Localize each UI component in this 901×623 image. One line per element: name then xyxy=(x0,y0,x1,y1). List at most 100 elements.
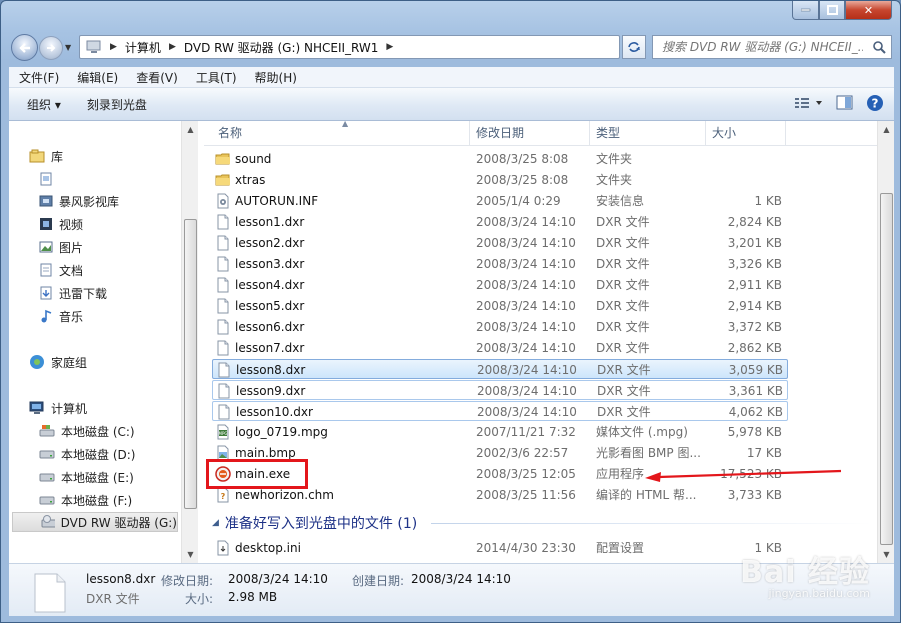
command-bar: 组织 ▾ 刻录到光盘 ? xyxy=(9,88,894,121)
maximize-button[interactable] xyxy=(819,1,845,20)
refresh-button[interactable] xyxy=(622,35,646,59)
highlight-box xyxy=(206,459,308,489)
file-name-cell[interactable]: lesson10.dxr xyxy=(213,402,471,422)
scroll-thumb[interactable] xyxy=(880,193,893,545)
table-row[interactable]: AUTORUN.INF 2005/1/4 0:29 安装信息 1 KB xyxy=(212,191,788,211)
navigation-scrollbar[interactable]: ▲ ▼ xyxy=(181,121,198,563)
nav-drive-d[interactable]: 本地磁盘 (D:) xyxy=(39,444,135,464)
nav-drive-f[interactable]: 本地磁盘 (F:) xyxy=(39,490,132,510)
blank-file-icon xyxy=(217,298,229,314)
media-file-icon: MPG xyxy=(217,424,229,440)
menu-tools[interactable]: 工具(T) xyxy=(196,69,237,86)
file-type: 文件夹 xyxy=(596,152,633,166)
file-name-cell[interactable]: lesson9.dxr xyxy=(213,381,471,401)
burn-to-disc-button[interactable]: 刻录到光盘 xyxy=(87,96,147,113)
table-row[interactable]: lesson3.dxr 2008/3/24 14:10 DXR 文件 3,326 KB xyxy=(212,254,788,274)
column-header-size[interactable]: 大小 xyxy=(706,121,786,146)
table-row[interactable]: lesson4.dxr 2008/3/24 14:10 DXR 文件 2,911 KB xyxy=(212,275,788,295)
breadcrumb-dvd-drive[interactable]: DVD RW 驱动器 (G:) NHCEII_RW1 xyxy=(184,39,379,56)
column-header-name[interactable]: 名称 xyxy=(212,121,470,146)
file-name-cell[interactable]: desktop.ini xyxy=(212,538,470,558)
menu-file[interactable]: 文件(F) xyxy=(19,69,59,86)
change-view-icon[interactable] xyxy=(794,96,824,110)
nav-music[interactable]: 音乐 xyxy=(39,306,83,326)
table-row[interactable]: lesson8.dxr 2008/3/24 14:10 DXR 文件 3,059 KB xyxy=(212,359,788,379)
breadcrumb-separator[interactable]: ▶ xyxy=(386,42,393,52)
file-name: lesson5.dxr xyxy=(235,299,305,313)
nav-label: DVD RW 驱动器 (G:) xyxy=(60,515,177,530)
menu-help[interactable]: 帮助(H) xyxy=(255,69,297,86)
minimize-button[interactable] xyxy=(792,1,819,20)
table-row[interactable]: MPG logo_0719.mpg 2007/11/21 7:32 媒体文件 (.mp… xyxy=(212,422,788,442)
scroll-down-arrow[interactable]: ▼ xyxy=(182,546,199,563)
file-name-cell[interactable]: AUTORUN.INF xyxy=(212,191,470,211)
file-name-cell[interactable]: lesson2.dxr xyxy=(212,233,470,253)
file-list-scrollbar[interactable]: ▲ ▼ xyxy=(877,121,894,563)
file-name-cell[interactable]: lesson7.dxr xyxy=(212,338,470,358)
table-row[interactable]: lesson5.dxr 2008/3/24 14:10 DXR 文件 2,914 KB xyxy=(212,296,788,316)
nav-drive-e[interactable]: 本地磁盘 (E:) xyxy=(39,467,134,487)
file-name: lesson7.dxr xyxy=(235,341,305,355)
nav-dvd-drive[interactable]: DVD RW 驱动器 (G:) xyxy=(12,512,178,532)
table-row[interactable]: lesson2.dxr 2008/3/24 14:10 DXR 文件 3,201 KB xyxy=(212,233,788,253)
breadcrumb-computer[interactable]: 计算机 xyxy=(125,39,161,56)
file-name-cell[interactable]: lesson3.dxr xyxy=(212,254,470,274)
nav-library-unnamed[interactable] xyxy=(39,169,59,189)
scroll-up-arrow[interactable]: ▲ xyxy=(878,121,895,138)
table-row[interactable]: lesson9.dxr 2008/3/24 14:10 DXR 文件 3,361 KB xyxy=(212,380,788,400)
nav-label: 计算机 xyxy=(51,401,88,416)
group-header[interactable]: ◢ 准备好写入到光盘中的文件 (1) xyxy=(212,513,872,533)
file-name-cell[interactable]: lesson6.dxr xyxy=(212,317,470,337)
table-row[interactable]: lesson6.dxr 2008/3/24 14:10 DXR 文件 3,372 KB xyxy=(212,317,788,337)
column-header-type[interactable]: 类型 xyxy=(590,121,706,146)
nav-xunlei-downloads[interactable]: 迅雷下载 xyxy=(39,283,107,303)
file-type: DXR 文件 xyxy=(597,363,651,377)
file-name-cell[interactable]: sound xyxy=(212,149,470,169)
organize-button[interactable]: 组织 ▾ xyxy=(27,96,61,113)
help-icon[interactable]: ? xyxy=(866,94,884,112)
column-header-date[interactable]: 修改日期 xyxy=(470,121,590,146)
address-bar[interactable]: ▶ 计算机 ▶ DVD RW 驱动器 (G:) NHCEII_RW1 ▶ xyxy=(79,35,620,59)
scroll-down-arrow[interactable]: ▼ xyxy=(878,546,895,563)
preview-pane-icon[interactable] xyxy=(836,95,854,111)
file-name-cell[interactable]: lesson8.dxr xyxy=(213,360,471,380)
file-name-cell[interactable]: lesson4.dxr xyxy=(212,275,470,295)
breadcrumb-separator[interactable]: ▶ xyxy=(110,42,117,52)
file-name-cell[interactable]: lesson1.dxr xyxy=(212,212,470,232)
file-name-cell[interactable]: MPG logo_0719.mpg xyxy=(212,422,470,442)
back-button[interactable] xyxy=(11,34,38,61)
search-input[interactable] xyxy=(660,39,865,55)
forward-button[interactable] xyxy=(39,36,63,60)
table-row[interactable]: xtras 2008/3/25 8:08 文件夹 xyxy=(212,170,788,190)
baidu-watermark: Bai 经验 jingyan.baidu.com xyxy=(740,547,870,600)
nav-computer[interactable]: 计算机 xyxy=(29,398,87,418)
nav-libraries[interactable]: 库 xyxy=(29,146,63,166)
nav-videos[interactable]: 视频 xyxy=(39,214,83,234)
search-icon[interactable] xyxy=(872,40,886,54)
menu-edit[interactable]: 编辑(E) xyxy=(77,69,118,86)
table-row[interactable]: lesson1.dxr 2008/3/24 14:10 DXR 文件 2,824 KB xyxy=(212,212,788,232)
table-row[interactable]: desktop.ini 2014/4/30 23:30 配置设置 1 KB xyxy=(212,538,788,558)
close-button[interactable]: ✕ xyxy=(845,1,892,20)
video-library-icon xyxy=(39,195,53,207)
nav-baofeng-library[interactable]: 暴风影视库 xyxy=(39,191,119,211)
scroll-up-arrow[interactable]: ▲ xyxy=(182,121,199,138)
search-box[interactable] xyxy=(652,35,892,59)
nav-drive-c[interactable]: 本地磁盘 (C:) xyxy=(39,421,135,441)
file-size xyxy=(712,170,782,190)
blank-file-icon xyxy=(217,235,229,251)
table-row[interactable]: lesson7.dxr 2008/3/24 14:10 DXR 文件 2,862 KB xyxy=(212,338,788,358)
file-name-cell[interactable]: lesson5.dxr xyxy=(212,296,470,316)
recent-pages-dropdown[interactable]: ▼ xyxy=(65,43,75,53)
menu-view[interactable]: 查看(V) xyxy=(136,69,178,86)
scroll-thumb[interactable] xyxy=(184,219,197,509)
table-row[interactable]: sound 2008/3/25 8:08 文件夹 xyxy=(212,149,788,169)
nav-documents[interactable]: 文档 xyxy=(39,260,83,280)
breadcrumb-separator[interactable]: ▶ xyxy=(169,42,176,52)
file-name-cell[interactable]: xtras xyxy=(212,170,470,190)
file-type: 媒体文件 (.mpg) xyxy=(596,425,688,439)
table-row[interactable]: lesson10.dxr 2008/3/24 14:10 DXR 文件 4,062 K… xyxy=(212,401,788,421)
column-headers: 名称 修改日期 类型 大小 ▲ xyxy=(204,121,877,146)
nav-pictures[interactable]: 图片 xyxy=(39,237,83,257)
nav-homegroup[interactable]: 家庭组 xyxy=(29,352,87,372)
